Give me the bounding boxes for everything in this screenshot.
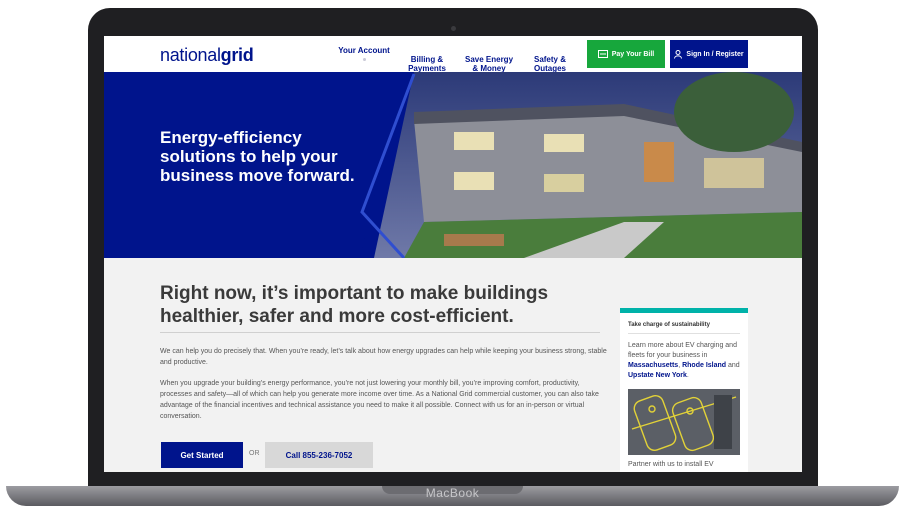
pay-bill-button[interactable]: Pay Your Bill	[587, 40, 665, 68]
nav-label: Safety & Outages	[533, 55, 566, 73]
user-icon	[674, 49, 683, 59]
sign-in-button[interactable]: Sign In / Register	[670, 40, 748, 68]
camera	[451, 26, 456, 31]
device-brand: MacBook	[425, 486, 480, 500]
sustainability-card: Take charge of sustainability Learn more…	[620, 308, 748, 472]
ev-parking-image	[628, 389, 740, 455]
get-started-button[interactable]: Get Started	[161, 442, 243, 468]
site-logo[interactable]: nationalgrid	[160, 45, 254, 66]
main-content: Right now, it’s important to make buildi…	[104, 258, 802, 472]
hero-title: Energy-efficiency solutions to help your…	[160, 128, 355, 185]
laptop-frame: MacBook nationalgrid Your Account Billin…	[0, 0, 905, 526]
nav-label: Save Energy & Money	[464, 55, 514, 73]
nav-label: Your Account	[338, 46, 390, 55]
card-divider	[628, 333, 740, 334]
details-paragraph: When you upgrade your building’s energy …	[160, 380, 599, 420]
browser-screen: nationalgrid Your Account Billing & Paym…	[104, 36, 802, 472]
page-headline: Right now, it’s important to make buildi…	[160, 283, 549, 327]
link-rhode-island[interactable]: Rhode Island	[682, 362, 726, 369]
link-upstate-ny[interactable]: Upstate New York	[628, 372, 687, 379]
or-label: OR	[249, 450, 260, 457]
card-footer: Partner with us to install EV	[628, 461, 714, 468]
call-button[interactable]: Call 855-236-7052	[265, 442, 373, 468]
divider	[160, 332, 600, 333]
pay-bill-label: Pay Your Bill	[611, 50, 655, 58]
top-nav: nationalgrid Your Account Billing & Paym…	[104, 36, 802, 79]
card-title: Take charge of sustainability	[628, 322, 710, 328]
hero-banner: Energy-efficiency solutions to help your…	[104, 72, 802, 258]
nav-your-account[interactable]: Your Account	[336, 46, 392, 61]
sign-in-label: Sign In / Register	[686, 50, 744, 58]
bill-icon	[597, 50, 608, 58]
intro-paragraph: We can help you do precisely that. When …	[160, 348, 607, 366]
card-text: Learn more about EV charging and fleets …	[628, 342, 740, 379]
dropdown-dot-icon	[362, 58, 366, 61]
nav-label: Billing & Payments	[408, 55, 446, 73]
link-massachusetts[interactable]: Massachusetts	[628, 362, 678, 369]
